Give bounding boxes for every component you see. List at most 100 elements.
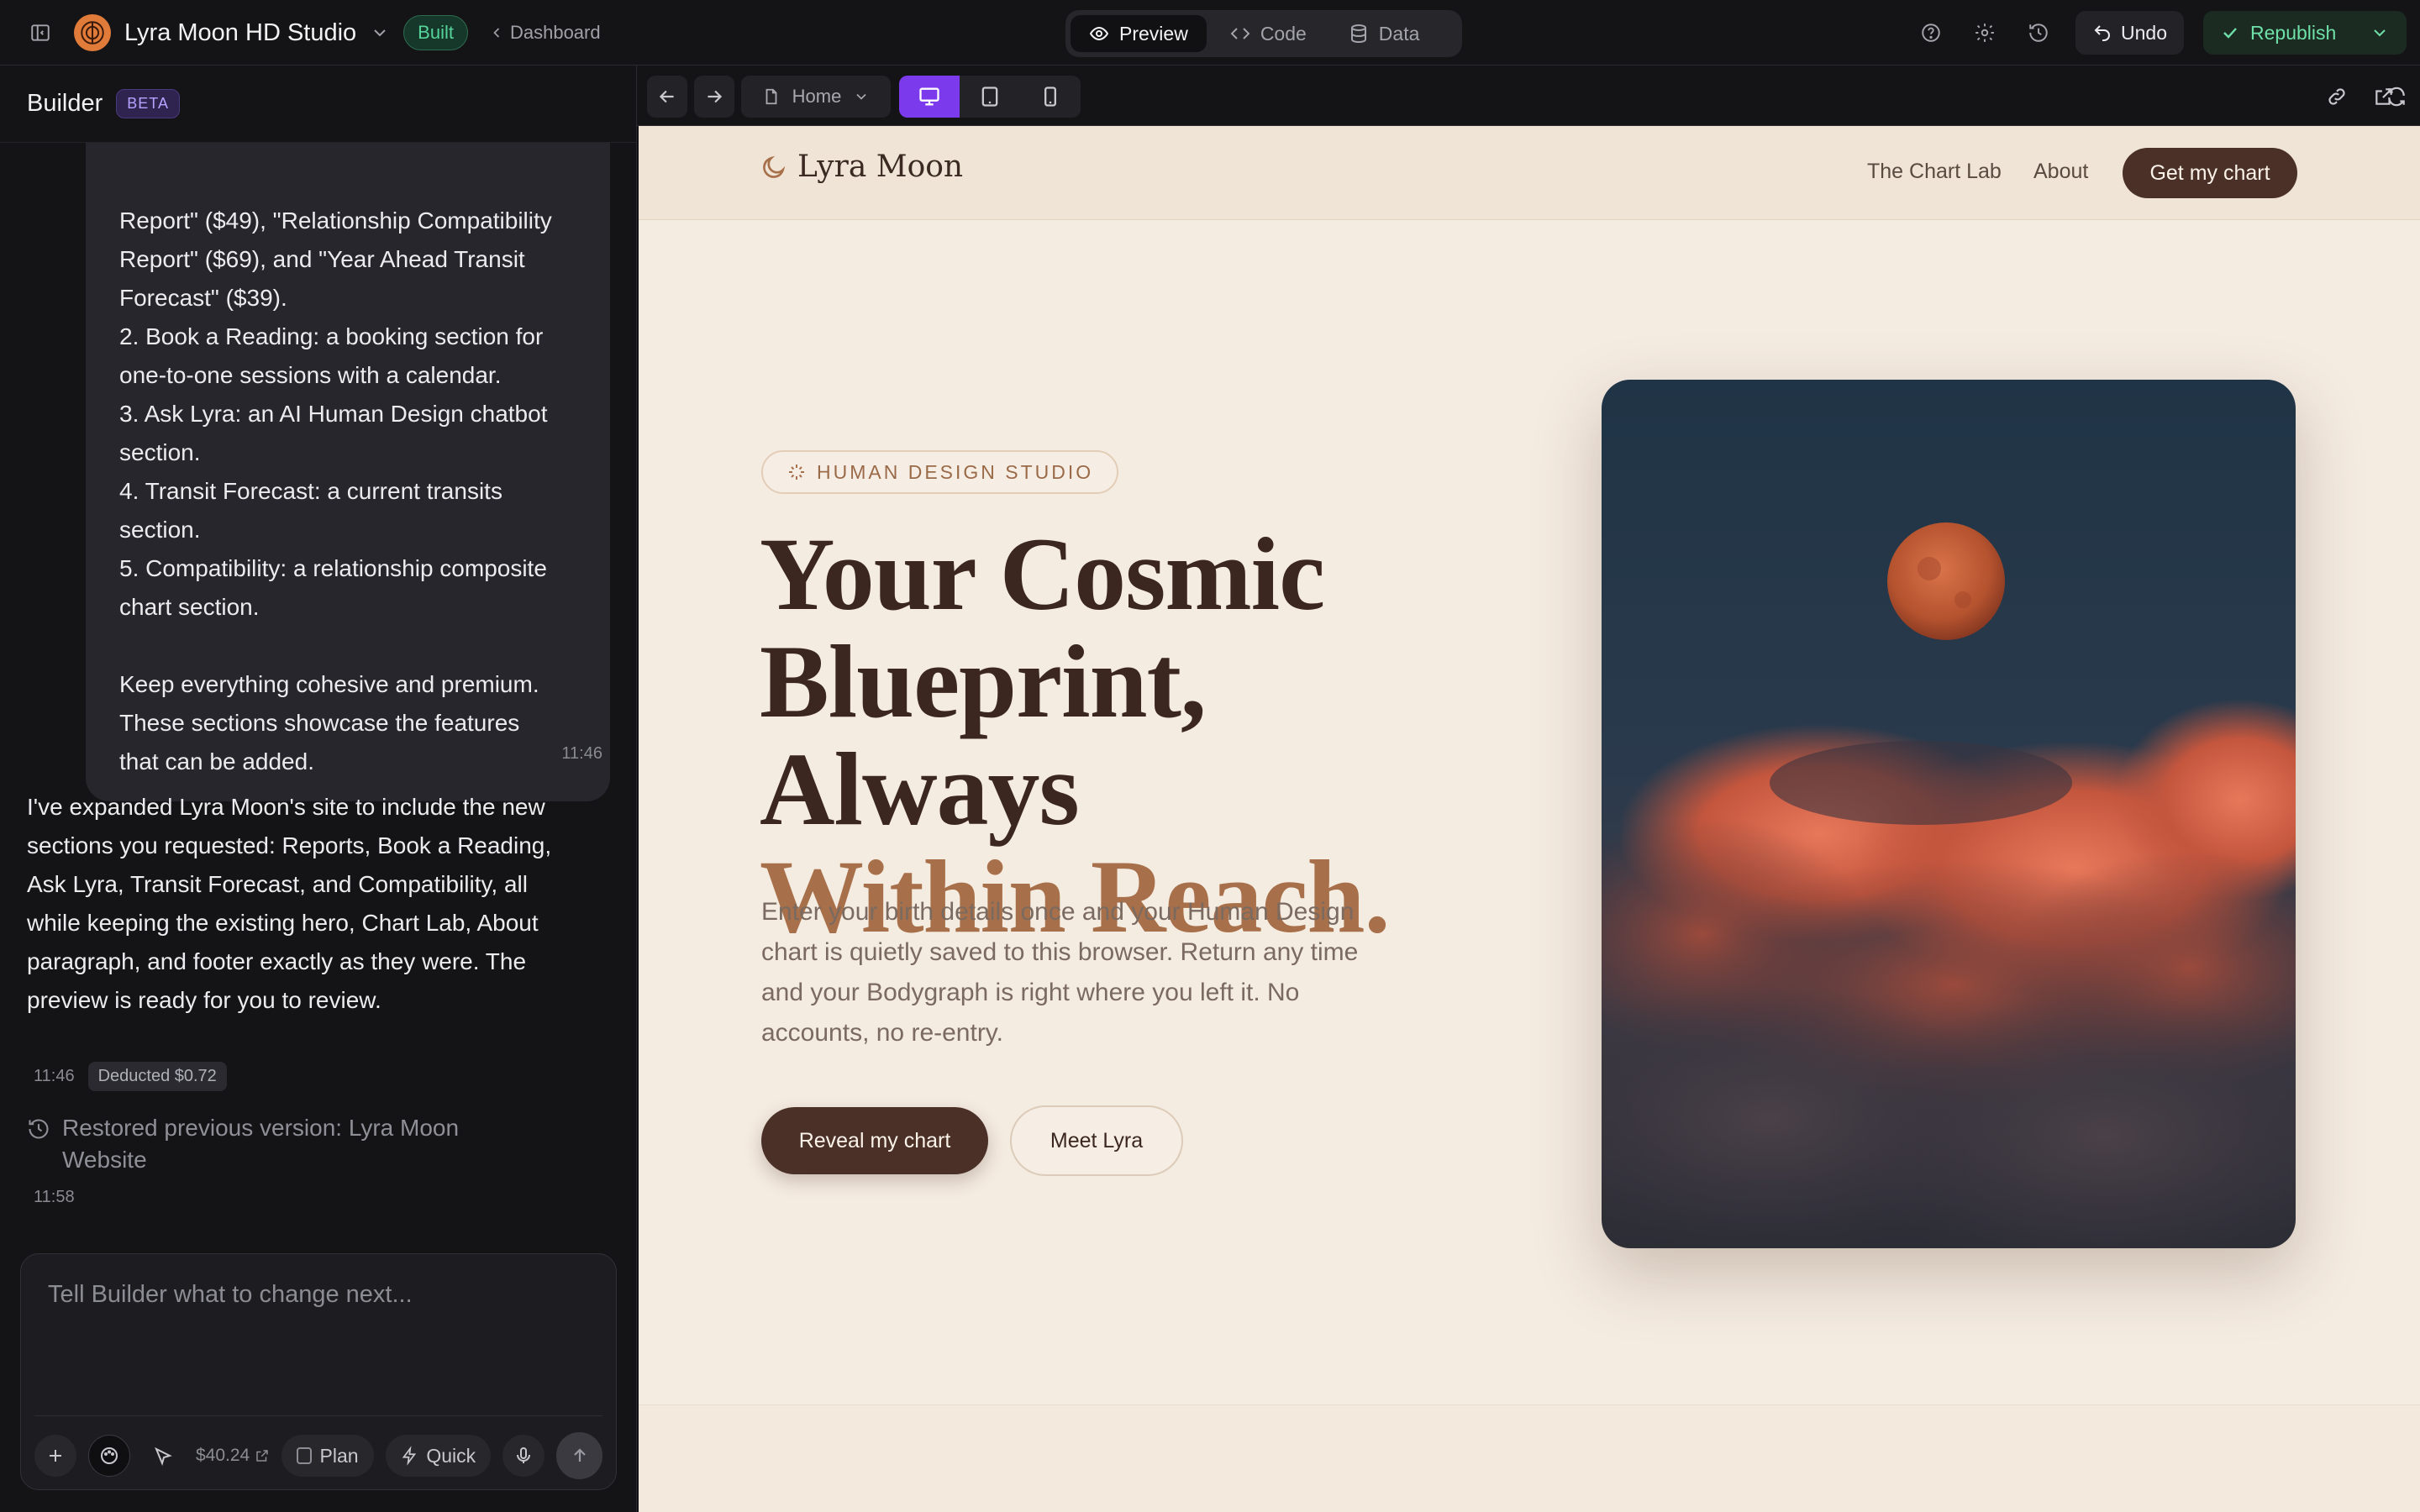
composer-divider [34, 1415, 602, 1416]
page-select-label: Home [792, 86, 842, 107]
eye-icon [1089, 26, 1109, 41]
select-element-button[interactable] [142, 1435, 184, 1477]
builder-header: Builder BETA [0, 66, 636, 143]
hero-tag: HUMAN DESIGN STUDIO [761, 450, 1119, 494]
chevron-down-icon[interactable] [2370, 23, 2390, 43]
page-select[interactable]: Home [741, 76, 891, 118]
top-bar: Lyra Moon HD Studio Built Dashboard Prev… [0, 0, 2420, 66]
lightning-icon [402, 1446, 416, 1466]
assistant-message-time: 11:46 [34, 1067, 75, 1085]
history-icon [29, 1119, 49, 1139]
quick-label: Quick [426, 1444, 476, 1467]
composer-toolbar: $40.24 Plan Quick [34, 1432, 602, 1479]
tab-preview[interactable]: Preview [1071, 15, 1207, 52]
assistant-message: I've expanded Lyra Moon's site to includ… [27, 794, 552, 1013]
arrow-left-icon [659, 90, 674, 103]
meet-lyra-button[interactable]: Meet Lyra [1010, 1105, 1183, 1176]
undo-button[interactable]: Undo [2075, 11, 2184, 55]
composer: $40.24 Plan Quick [20, 1253, 617, 1490]
republish-label: Republish [2250, 21, 2337, 44]
dashboard-link[interactable]: Dashboard [488, 22, 601, 44]
dashboard-link-label: Dashboard [509, 22, 601, 43]
sparkle-icon [789, 465, 804, 480]
help-icon[interactable] [1912, 14, 1949, 51]
hero-paragraph: Enter your birth details once and your H… [761, 898, 1359, 1047]
device-toggle [899, 76, 1081, 118]
credit-balance[interactable]: $40.24 [196, 1446, 270, 1466]
theme-button[interactable] [88, 1435, 130, 1477]
palette-icon [101, 1447, 118, 1464]
mobile-view-button[interactable] [1020, 76, 1081, 118]
mobile-icon [1044, 87, 1056, 107]
microphone-button[interactable] [502, 1435, 545, 1477]
beta-badge: BETA [116, 89, 180, 118]
quick-mode-button[interactable]: Quick [385, 1435, 492, 1477]
gear-icon[interactable] [1966, 14, 2003, 51]
restore-text: Restored previous version: Lyra Moon Web… [62, 1115, 460, 1173]
status-badge: Built [403, 15, 468, 50]
user-message-time: 11:46 [561, 744, 602, 763]
plan-toggle[interactable]: Plan [281, 1435, 374, 1477]
copy-link-button[interactable] [2317, 76, 2356, 118]
reveal-chart-button[interactable]: Reveal my chart [761, 1107, 988, 1174]
deducted-badge: Deducted $0.72 [87, 1062, 227, 1091]
arrow-up-icon [573, 1448, 586, 1462]
builder-title: Builder [27, 90, 103, 117]
plus-icon [50, 1450, 61, 1462]
next-section [639, 1404, 2420, 1512]
back-button[interactable] [647, 76, 687, 118]
tab-code[interactable]: Code [1212, 15, 1325, 52]
tab-code-label: Code [1260, 22, 1307, 45]
tab-data[interactable]: Data [1330, 15, 1439, 52]
undo-label: Undo [2121, 21, 2167, 44]
tab-preview-label: Preview [1119, 22, 1188, 45]
add-button[interactable] [34, 1435, 76, 1477]
arrow-right-icon [708, 90, 723, 103]
credit-amount: $40.24 [196, 1446, 250, 1465]
site-logo[interactable]: Lyra Moon [760, 150, 963, 184]
headline-line-1: Your Cosmic [760, 517, 1325, 632]
code-icon [1230, 28, 1250, 39]
forward-button[interactable] [694, 76, 734, 118]
desktop-view-button[interactable] [899, 76, 960, 118]
composer-input[interactable] [21, 1254, 616, 1415]
moon-icon [763, 155, 786, 178]
tab-data-label: Data [1378, 22, 1420, 45]
page-icon [765, 88, 777, 105]
refresh-icon [2388, 87, 2405, 107]
chevron-down-icon [856, 93, 866, 100]
plan-checkbox[interactable] [297, 1447, 312, 1464]
user-message: Report" ($49), "Relationship Compatibili… [86, 99, 610, 801]
microphone-icon [517, 1447, 531, 1463]
hero-moon-image [1602, 380, 2296, 1248]
republish-button[interactable]: Republish [2203, 11, 2407, 55]
tablet-view-button[interactable] [960, 76, 1020, 118]
nav-cta-button[interactable]: Get my chart [2123, 148, 2297, 198]
sidebar-toggle-icon[interactable] [22, 14, 59, 51]
nav-link-about[interactable]: About [2033, 160, 2088, 184]
undo-icon [2094, 25, 2110, 41]
tablet-icon [981, 87, 998, 107]
project-name[interactable]: Lyra Moon HD Studio [124, 19, 356, 47]
builder-panel: Builder BETA Report" ($49), "Relationshi… [0, 66, 637, 1512]
history-icon[interactable] [2020, 14, 2057, 51]
desktop-icon [919, 87, 939, 106]
nav-link-chart-lab[interactable]: The Chart Lab [1867, 160, 2002, 184]
site-nav: Lyra Moon The Chart Lab About Get my cha… [639, 126, 2420, 220]
project-logo-icon [74, 14, 111, 51]
plan-label: Plan [319, 1444, 359, 1467]
chevron-down-icon[interactable] [370, 23, 390, 43]
restore-time: 11:58 [34, 1188, 75, 1206]
website-preview: Lyra Moon The Chart Lab About Get my cha… [639, 126, 2420, 1512]
check-icon [2223, 28, 2237, 39]
refresh-button[interactable] [2378, 76, 2415, 118]
moon-clouds-illustration [1602, 380, 2296, 1248]
send-button[interactable] [556, 1432, 602, 1479]
external-link-icon [256, 1450, 268, 1462]
link-icon [2328, 88, 2345, 105]
cursor-icon [155, 1446, 172, 1466]
database-icon [1350, 24, 1366, 44]
user-message-text: Report" ($49), "Relationship Compatibili… [119, 207, 552, 774]
hero-headline: Your Cosmic Blueprint, Always Within Rea… [760, 521, 1516, 951]
site-logo-text: Lyra Moon [797, 150, 964, 184]
